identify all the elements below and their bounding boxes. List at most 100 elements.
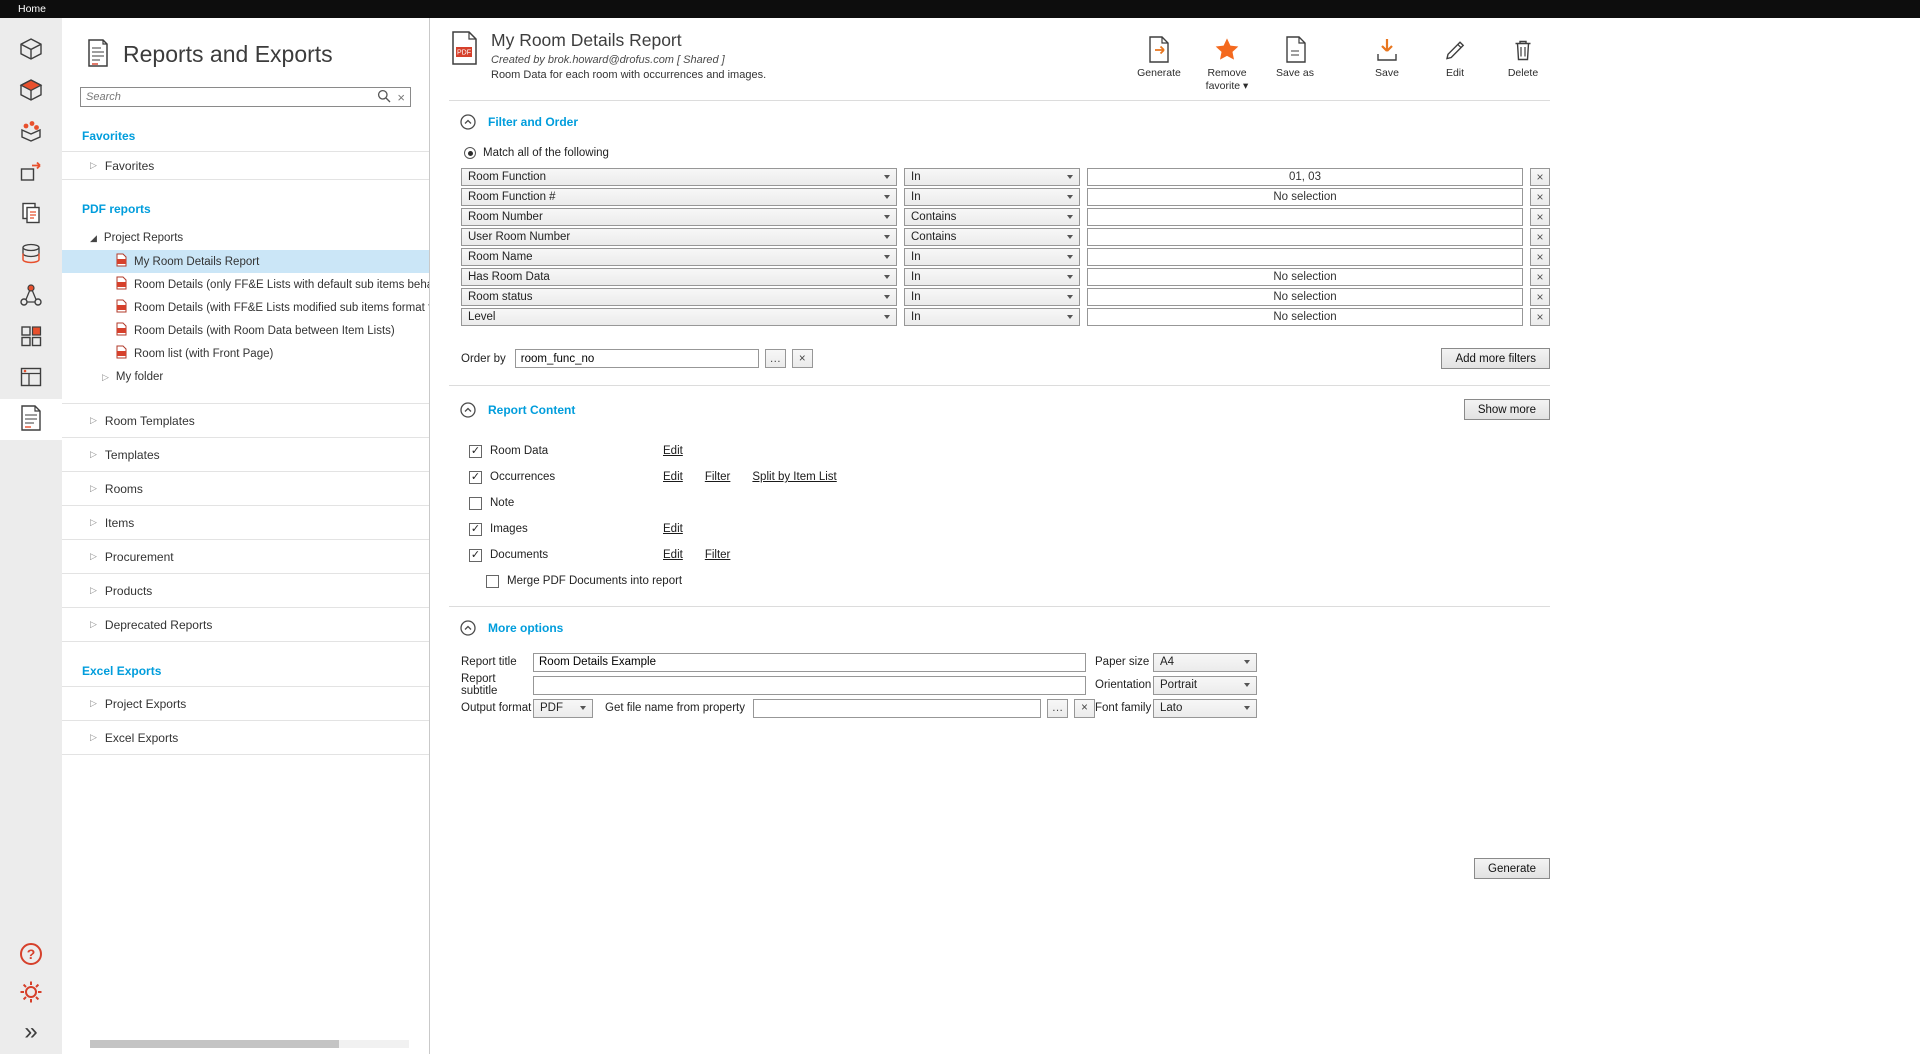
home-menu[interactable]: Home [18, 3, 46, 15]
file-name-property-input[interactable] [753, 699, 1041, 718]
room-data-checkbox[interactable]: ✓ [469, 445, 482, 458]
report-item[interactable]: Room list (with Front Page) [62, 342, 429, 365]
expander-icon[interactable]: ▷ [90, 732, 97, 743]
expander-icon[interactable]: ▷ [90, 551, 97, 562]
collapse-section-icon[interactable] [460, 114, 476, 130]
sidebar-item-templates[interactable]: ▷ Templates [62, 437, 429, 471]
edit-link[interactable]: Edit [663, 471, 683, 483]
sidebar-item-products[interactable]: ▷ Products [62, 573, 429, 607]
filter-field-select[interactable]: Room Function [461, 168, 897, 186]
filter-field-select[interactable]: Room status [461, 288, 897, 306]
nav-reports-button[interactable] [0, 399, 62, 440]
filter-field-select[interactable]: Room Function # [461, 188, 897, 206]
remove-filter-button[interactable]: × [1530, 288, 1550, 306]
add-more-filters-button[interactable]: Add more filters [1441, 348, 1550, 369]
filter-value-field[interactable] [1087, 228, 1523, 246]
nav-systems-button[interactable] [0, 317, 62, 358]
documents-checkbox[interactable]: ✓ [469, 549, 482, 562]
order-by-browse-button[interactable]: … [765, 349, 786, 368]
filter-operator-select[interactable]: In [904, 268, 1080, 286]
nav-finance-button[interactable] [0, 235, 62, 276]
expander-icon[interactable]: ▷ [90, 415, 97, 426]
expander-icon[interactable]: ▷ [90, 517, 97, 528]
search-input[interactable] [86, 91, 371, 103]
horizontal-scrollbar[interactable] [90, 1040, 409, 1048]
filter-operator-select[interactable]: In [904, 248, 1080, 266]
sidebar-item-deprecated-reports[interactable]: ▷ Deprecated Reports [62, 607, 429, 641]
filter-field-select[interactable]: Room Name [461, 248, 897, 266]
edit-button[interactable]: Edit [1428, 32, 1482, 80]
paper-size-select[interactable]: A4 [1153, 653, 1257, 672]
nav-classification-button[interactable] [0, 358, 62, 399]
nav-room-data-button[interactable] [0, 71, 62, 112]
nav-logistics-button[interactable] [0, 276, 62, 317]
filter-value-field[interactable]: No selection [1087, 188, 1523, 206]
generate-button[interactable]: Generate [1132, 32, 1186, 80]
remove-filter-button[interactable]: × [1530, 248, 1550, 266]
occurrences-checkbox[interactable]: ✓ [469, 471, 482, 484]
edit-link[interactable]: Edit [663, 523, 683, 535]
delete-button[interactable]: Delete [1496, 32, 1550, 80]
remove-favorite-button[interactable]: Remove favorite ▾ [1200, 32, 1254, 92]
remove-filter-button[interactable]: × [1530, 188, 1550, 206]
settings-button[interactable] [18, 979, 44, 1008]
filter-field-select[interactable]: User Room Number [461, 228, 897, 246]
filter-operator-select[interactable]: In [904, 308, 1080, 326]
filter-field-select[interactable]: Level [461, 308, 897, 326]
filter-operator-select[interactable]: In [904, 168, 1080, 186]
remove-filter-button[interactable]: × [1530, 208, 1550, 226]
filter-field-select[interactable]: Room Number [461, 208, 897, 226]
expander-open-icon[interactable]: ◢ [90, 233, 97, 244]
collapse-sidebar-button[interactable]: » [24, 1022, 37, 1042]
sidebar-item-room-templates[interactable]: ▷ Room Templates [62, 403, 429, 437]
save-as-button[interactable]: Save as [1268, 32, 1322, 80]
nav-products-button[interactable] [0, 153, 62, 194]
expander-icon[interactable]: ▷ [90, 698, 97, 709]
output-format-select[interactable]: PDF [533, 699, 593, 718]
sidebar-item-rooms[interactable]: ▷ Rooms [62, 471, 429, 505]
images-checkbox[interactable]: ✓ [469, 523, 482, 536]
help-button[interactable]: ? [20, 943, 42, 965]
match-all-radio[interactable] [464, 147, 476, 159]
expander-icon[interactable]: ▷ [90, 585, 97, 596]
expander-icon[interactable]: ▷ [90, 449, 97, 460]
remove-filter-button[interactable]: × [1530, 268, 1550, 286]
filter-field-select[interactable]: Has Room Data [461, 268, 897, 286]
expander-icon[interactable]: ▷ [90, 483, 97, 494]
filter-value-field[interactable] [1087, 248, 1523, 266]
filter-value-field[interactable]: No selection [1087, 288, 1523, 306]
expander-icon[interactable]: ▷ [102, 372, 109, 383]
show-more-button[interactable]: Show more [1464, 399, 1550, 420]
report-item[interactable]: My Room Details Report [62, 250, 429, 273]
filter-operator-select[interactable]: Contains [904, 208, 1080, 226]
sidebar-item-excel-exports[interactable]: ▷ Excel Exports [62, 720, 429, 754]
report-item[interactable]: Room Details (with Room Data between Ite… [62, 319, 429, 342]
collapse-section-icon[interactable] [460, 620, 476, 636]
scrollbar-thumb[interactable] [90, 1040, 339, 1048]
expander-icon[interactable]: ▷ [90, 619, 97, 630]
note-checkbox[interactable] [469, 497, 482, 510]
split-by-item-list-link[interactable]: Split by Item List [752, 471, 836, 483]
remove-filter-button[interactable]: × [1530, 228, 1550, 246]
filter-value-field[interactable]: No selection [1087, 308, 1523, 326]
tree-node-project-reports[interactable]: ◢ Project Reports [62, 226, 429, 250]
search-icon[interactable] [377, 89, 391, 106]
sidebar-item-items[interactable]: ▷ Items [62, 505, 429, 539]
filter-operator-select[interactable]: In [904, 288, 1080, 306]
order-by-input[interactable] [515, 349, 759, 368]
file-name-browse-button[interactable]: … [1047, 699, 1068, 718]
sidebar-item-procurement[interactable]: ▷ Procurement [62, 539, 429, 573]
filter-value-field[interactable] [1087, 208, 1523, 226]
report-item[interactable]: Room Details (only FF&E Lists with defau… [62, 273, 429, 296]
generate-report-button[interactable]: Generate [1474, 858, 1550, 879]
filter-link[interactable]: Filter [705, 471, 731, 483]
filter-value-field[interactable]: 01, 03 [1087, 168, 1523, 186]
order-by-clear-button[interactable]: × [792, 349, 813, 368]
remove-filter-button[interactable]: × [1530, 168, 1550, 186]
nav-documents-button[interactable] [0, 194, 62, 235]
orientation-select[interactable]: Portrait [1153, 676, 1257, 695]
merge-pdf-checkbox[interactable] [486, 575, 499, 588]
edit-link[interactable]: Edit [663, 445, 683, 457]
sidebar-item-project-exports[interactable]: ▷ Project Exports [62, 686, 429, 720]
clear-search-icon[interactable]: × [397, 90, 405, 105]
